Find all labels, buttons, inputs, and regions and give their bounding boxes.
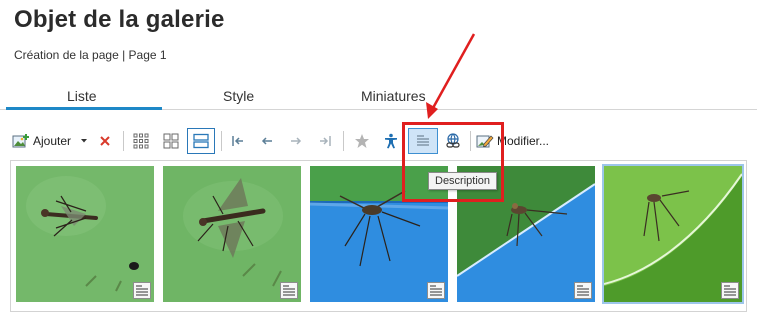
delete-button[interactable] xyxy=(95,128,115,154)
toolbar-separator xyxy=(221,131,222,151)
view-small-grid-button[interactable] xyxy=(158,128,184,154)
add-button[interactable]: Ajouter xyxy=(12,128,74,154)
grid-3x3-icon xyxy=(133,133,149,149)
favorite-button[interactable] xyxy=(351,128,373,154)
grid-2x2-icon xyxy=(163,133,179,149)
previous-button[interactable] xyxy=(256,128,278,154)
toolbar-separator xyxy=(343,131,344,151)
description-badge-icon[interactable] xyxy=(427,282,445,299)
first-button[interactable] xyxy=(227,128,249,154)
rows-icon xyxy=(193,133,209,149)
add-image-icon xyxy=(12,133,30,149)
view-list-button[interactable] xyxy=(187,128,215,154)
arrow-right-icon xyxy=(289,135,303,147)
add-button-label: Ajouter xyxy=(33,134,72,148)
accessibility-button[interactable] xyxy=(380,128,402,154)
next-button[interactable] xyxy=(285,128,307,154)
add-dropdown-button[interactable] xyxy=(78,128,90,154)
arrow-left-icon xyxy=(260,135,274,147)
gallery-thumbnail[interactable] xyxy=(602,164,744,304)
active-tab-indicator xyxy=(6,107,162,110)
last-icon xyxy=(318,135,332,147)
view-large-grid-button[interactable] xyxy=(129,128,153,154)
tab-liste[interactable]: Liste xyxy=(67,88,97,104)
tab-bar: Liste Style Miniatures xyxy=(0,78,757,110)
description-badge-icon[interactable] xyxy=(721,282,739,299)
gallery-thumbnail[interactable] xyxy=(163,166,301,302)
gallery-thumbnail[interactable] xyxy=(16,166,154,302)
last-button[interactable] xyxy=(314,128,336,154)
page-title: Objet de la galerie xyxy=(14,6,225,33)
tab-style[interactable]: Style xyxy=(223,88,254,104)
description-badge-icon[interactable] xyxy=(280,282,298,299)
tab-miniatures[interactable]: Miniatures xyxy=(361,88,426,104)
page-subtitle: Création de la page | Page 1 xyxy=(14,48,167,62)
first-icon xyxy=(231,135,245,147)
close-icon xyxy=(99,135,111,147)
accessibility-icon xyxy=(383,133,399,149)
description-badge-icon[interactable] xyxy=(574,282,592,299)
toolbar: Ajouter Modifier... xyxy=(0,124,757,158)
description-badge-icon[interactable] xyxy=(133,282,151,299)
caret-down-icon xyxy=(80,138,88,144)
toolbar-separator xyxy=(123,131,124,151)
star-icon xyxy=(354,133,370,149)
annotation-highlight-box xyxy=(402,122,504,202)
edit-button-label: Modifier... xyxy=(497,134,550,148)
